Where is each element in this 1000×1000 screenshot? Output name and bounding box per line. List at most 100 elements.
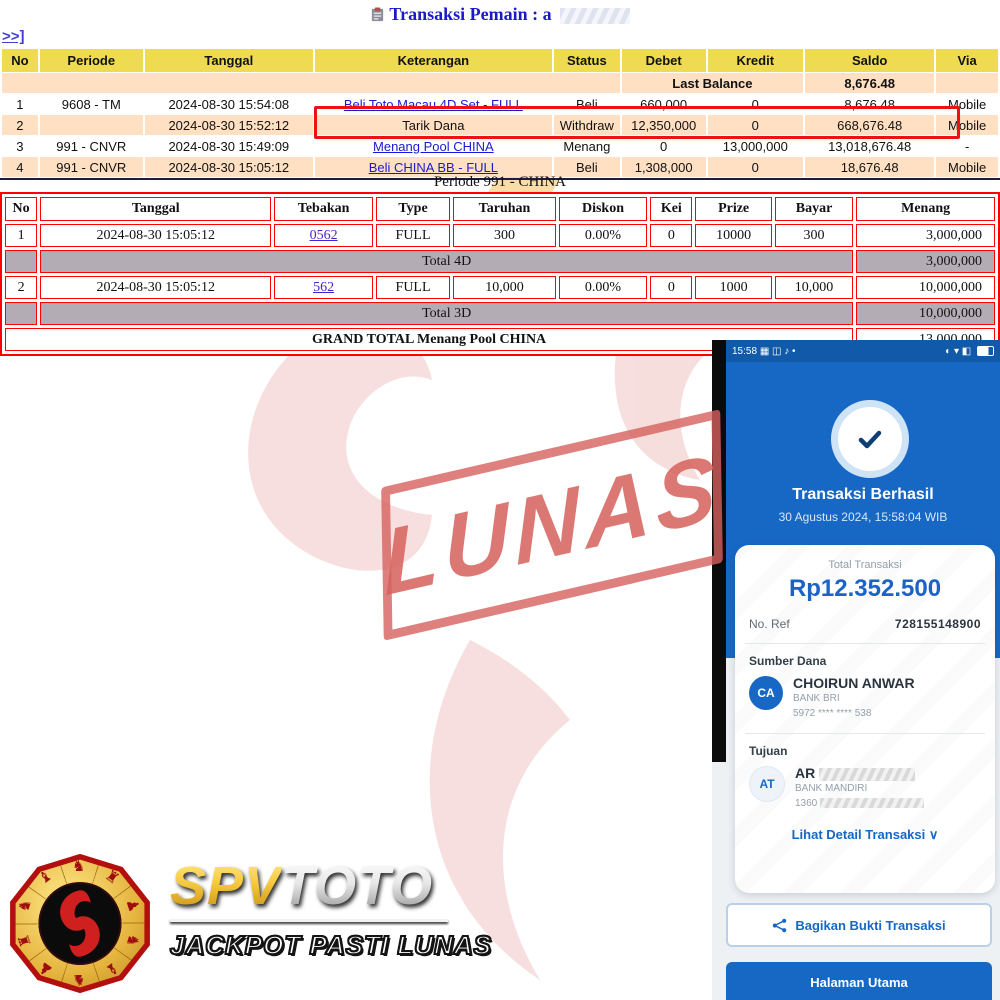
- name-redaction: [819, 768, 915, 781]
- page-header: Transaksi Pemain : a: [0, 4, 1000, 25]
- col-type: Type: [376, 197, 450, 221]
- source-bank: BANK BRI: [793, 691, 915, 706]
- cell-no: 1: [2, 94, 38, 114]
- periode-table: No Tanggal Tebakan Type Taruhan Diskon K…: [0, 192, 1000, 356]
- ref-number-value: 728155148900: [895, 617, 981, 631]
- bet-row: 2 2024-08-30 15:05:12 562 FULL 10,000 0.…: [5, 276, 995, 299]
- table-row: 3 991 - CNVR 2024-08-30 15:49:09 Menang …: [2, 136, 998, 156]
- divider: [745, 643, 985, 644]
- cell-type: FULL: [376, 224, 450, 247]
- success-check-icon: [831, 400, 909, 478]
- col-via: Via: [936, 49, 998, 72]
- cell-tanggal: 2024-08-30 15:05:12: [40, 224, 271, 247]
- tebakan-link[interactable]: 562: [313, 280, 334, 295]
- cell-tanggal: 2024-08-30 15:05:12: [40, 276, 271, 299]
- cell-tanggal: 2024-08-30 15:52:12: [145, 115, 313, 135]
- cell-kei: 0: [650, 224, 692, 247]
- phone-receipt-screenshot: 15:58 ▦ ◫ ♪ • ◐ ▾ ◧ Transaksi Berhasil 3…: [712, 340, 1000, 1000]
- col-kei: Kei: [650, 197, 692, 221]
- col-menang: Menang: [856, 197, 995, 221]
- status-time: 15:58: [732, 346, 757, 357]
- cell-taruhan: 300: [453, 224, 556, 247]
- divider: [745, 733, 985, 734]
- share-icon: [772, 918, 787, 933]
- share-receipt-button[interactable]: Bagikan Bukti Transaksi: [726, 903, 992, 947]
- chevron-down-icon: ∨: [929, 827, 939, 842]
- last-balance-row: Last Balance 8,676.48: [2, 73, 998, 93]
- lunas-stamp: LUNAS: [381, 409, 723, 641]
- avatar: AT: [749, 766, 785, 802]
- total-3d-label: Total 3D: [40, 302, 853, 325]
- cell-diskon: 0.00%: [559, 224, 647, 247]
- brand-text-toto: TOTO: [281, 856, 433, 916]
- col-taruhan: Taruhan: [453, 197, 556, 221]
- account-redaction: [820, 798, 924, 808]
- cell-diskon: 0.00%: [559, 276, 647, 299]
- cell-tanggal: 2024-08-30 15:49:09: [145, 136, 313, 156]
- cell-saldo: 13,018,676.48: [805, 136, 934, 156]
- cell-no: 1: [5, 224, 37, 247]
- cell-kei: 0: [650, 276, 692, 299]
- cell-no: 2: [5, 276, 37, 299]
- cell-bayar: 300: [775, 224, 853, 247]
- total-3d-value: 10,000,000: [856, 302, 995, 325]
- site-logo: ♞♜♟♞♝ ♞♟♜♞♝ SPVTOTO JACKPOT PASTI LUNAS: [0, 845, 460, 1000]
- avatar: CA: [749, 676, 783, 710]
- detail-transaction-link[interactable]: Lihat Detail Transaksi ∨: [749, 827, 981, 843]
- total-transaction-label: Total Transaksi: [749, 559, 981, 571]
- total-4d-value: 3,000,000: [856, 250, 995, 273]
- last-balance-value: 8,676.48: [805, 73, 934, 93]
- withdraw-highlight-box: [314, 106, 960, 139]
- source-account-number: 5972 **** **** 538: [793, 706, 915, 721]
- col-debet: Debet: [622, 49, 706, 72]
- brand-tagline: JACKPOT PASTI LUNAS: [170, 930, 460, 961]
- status-right-icons: ◐ ▾ ◧: [945, 346, 971, 357]
- periode-table-title: Periode 991 - CHINA: [0, 174, 1000, 191]
- keterangan-link[interactable]: Beli CHINA BB - FULL: [369, 160, 498, 175]
- cell-no: 2: [2, 115, 38, 135]
- brand-divider: [170, 919, 448, 922]
- table1-header-row: No Periode Tanggal Keterangan Status Deb…: [2, 49, 998, 72]
- total-3d-row: Total 3D 10,000,000: [5, 302, 995, 325]
- tebakan-link[interactable]: 0562: [310, 228, 338, 243]
- receipt-card: Total Transaksi Rp12.352.500 No. Ref 728…: [735, 545, 995, 893]
- col-periode: Periode: [40, 49, 143, 72]
- receipt-datetime: 30 Agustus 2024, 15:58:04 WIB: [726, 510, 1000, 524]
- keterangan-link[interactable]: Menang Pool CHINA: [373, 139, 494, 154]
- bet-row: 1 2024-08-30 15:05:12 0562 FULL 300 0.00…: [5, 224, 995, 247]
- brand-text-spv: SPV: [170, 856, 281, 916]
- col-saldo: Saldo: [805, 49, 934, 72]
- total-4d-row: Total 4D 3,000,000: [5, 250, 995, 273]
- col-tebakan: Tebakan: [274, 197, 373, 221]
- col-prize: Prize: [695, 197, 771, 221]
- destination-name: AR: [795, 766, 924, 781]
- receipt-title: Transaksi Berhasil: [726, 486, 1000, 504]
- source-section-label: Sumber Dana: [749, 654, 981, 668]
- player-name-redaction: [560, 8, 630, 24]
- zodiac-medallion-icon: ♞♜♟♞♝ ♞♟♜♞♝: [4, 851, 156, 996]
- cell-periode: [40, 115, 143, 135]
- cell-no: 3: [2, 136, 38, 156]
- back-link[interactable]: >>]: [2, 28, 25, 45]
- cell-menang: 3,000,000: [856, 224, 995, 247]
- col-status: Status: [554, 49, 620, 72]
- page-title: Transaksi Pemain : a: [389, 4, 551, 24]
- status-left-icons: ▦ ◫ ♪ •: [760, 346, 796, 357]
- cell-kredit: 13,000,000: [708, 136, 804, 156]
- source-name: CHOIRUN ANWAR: [793, 676, 915, 691]
- home-page-button[interactable]: Halaman Utama: [726, 962, 992, 1000]
- cell-taruhan: 10,000: [453, 276, 556, 299]
- col-no: No: [2, 49, 38, 72]
- cell-via: -: [936, 136, 998, 156]
- col-diskon: Diskon: [559, 197, 647, 221]
- col-tanggal: Tanggal: [145, 49, 313, 72]
- cell-menang: 10,000,000: [856, 276, 995, 299]
- destination-account-number: 1360: [795, 796, 924, 811]
- page: Transaksi Pemain : a >>] No Periode Tang…: [0, 0, 1000, 1000]
- col-keterangan: Keterangan: [315, 49, 552, 72]
- col-kredit: Kredit: [708, 49, 804, 72]
- cell-periode: 9608 - TM: [40, 94, 143, 114]
- cell-debet: 0: [622, 136, 706, 156]
- cell-tanggal: 2024-08-30 15:54:08: [145, 94, 313, 114]
- destination-account-row: AT AR BANK MANDIRI 1360: [749, 766, 981, 811]
